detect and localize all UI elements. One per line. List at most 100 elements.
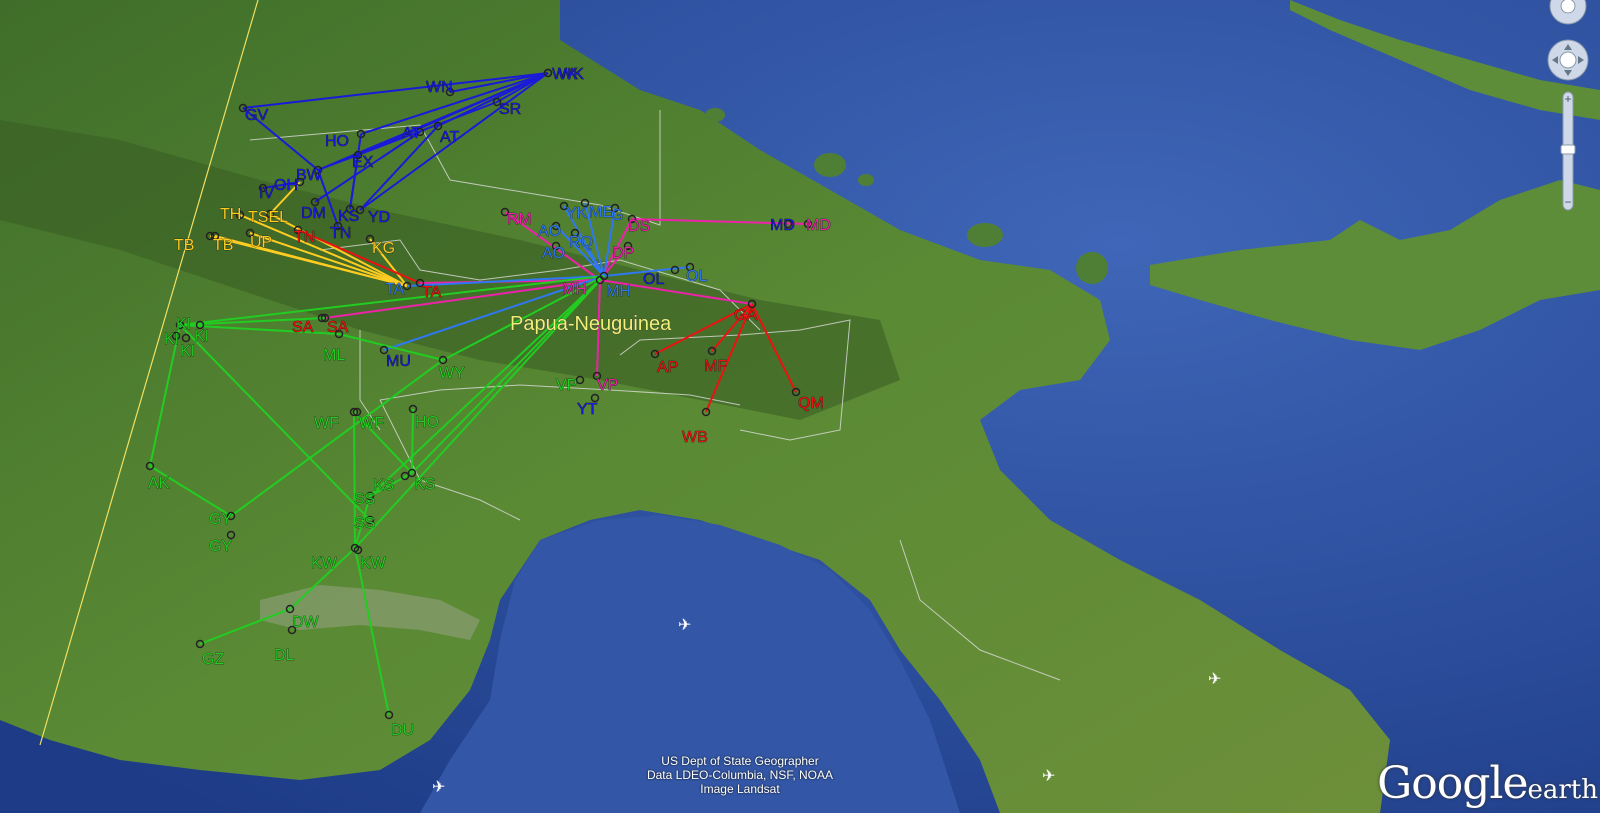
site-label: HO: [325, 133, 349, 150]
site-label: AT: [440, 129, 459, 146]
site-marker[interactable]: SS: [354, 515, 376, 533]
site-label: DP: [612, 245, 634, 262]
site-marker[interactable]: AO: [542, 241, 565, 263]
country-label: Papua-Neuguinea: [510, 313, 672, 335]
site-label: KS: [373, 477, 394, 494]
site-label: VP: [556, 377, 577, 394]
site-marker[interactable]: BW: [296, 165, 323, 185]
site-marker[interactable]: EX: [352, 150, 374, 172]
site-marker[interactable]: GY: [209, 511, 236, 528]
site-label: GY: [209, 538, 232, 555]
site-marker[interactable]: MD: [770, 217, 795, 235]
credit-line-2: Data LDEO-Columbia, NSF, NOAA: [646, 768, 834, 782]
site-label: GA: [734, 307, 757, 324]
site-label: VP: [597, 377, 618, 394]
site-label: WN: [426, 79, 453, 96]
site-label: TN: [330, 225, 351, 242]
site-label: AO: [538, 223, 561, 240]
site-label: WF: [314, 415, 339, 432]
navigation-controls: + −: [1544, 0, 1590, 230]
site-label: G: [611, 207, 623, 224]
logo-earth: earth: [1527, 775, 1598, 805]
site-label: GY: [209, 511, 232, 528]
site-label: DM: [301, 205, 326, 222]
site-marker[interactable]: DS: [628, 214, 651, 236]
eye-icon[interactable]: [1549, 0, 1587, 25]
site-marker[interactable]: TSEL: [248, 209, 289, 227]
site-marker[interactable]: RM: [500, 207, 532, 229]
zoom-out-button[interactable]: −: [1564, 195, 1571, 209]
site-label: MF: [704, 358, 727, 375]
site-label: DS: [628, 218, 650, 235]
site-label: SA: [327, 319, 349, 336]
site-label: HO: [415, 414, 439, 431]
site-label: RQ: [569, 234, 593, 251]
site-label: YT: [577, 401, 598, 418]
site-label: AO: [542, 245, 565, 262]
site-label: TB: [213, 237, 233, 254]
credit-line-3: Image Landsat: [700, 782, 780, 796]
site-label: MH: [606, 283, 631, 300]
zoom-handle[interactable]: [1560, 144, 1576, 155]
site-label: MH: [562, 281, 587, 298]
site-marker[interactable]: AO: [538, 221, 561, 241]
site-label: MU: [386, 353, 411, 370]
site-label: KS: [414, 476, 435, 493]
site-marker[interactable]: G: [611, 203, 624, 225]
site-marker[interactable]: SS: [354, 491, 376, 509]
site-label: GZ: [202, 651, 224, 668]
site-label: WB: [682, 429, 708, 446]
site-label: YD: [368, 209, 390, 226]
site-label: TH: [220, 206, 241, 223]
site-label: EX: [352, 154, 374, 171]
island-small-3: [1076, 252, 1108, 284]
site-marker[interactable]: TN: [330, 221, 352, 243]
site-label: TA: [422, 284, 442, 301]
site-label: TB: [174, 237, 194, 254]
link-line: [411, 408, 414, 474]
zoom-in-button[interactable]: +: [1564, 92, 1571, 106]
site-label: UP: [250, 234, 272, 251]
site-label: SR: [499, 101, 521, 118]
site-marker[interactable]: MD: [803, 217, 831, 234]
site-label: KI: [180, 343, 195, 360]
site-label: OH: [274, 177, 298, 194]
site-label: WY: [439, 365, 465, 382]
site-label: KW: [311, 555, 338, 572]
google-earth-logo: Googleearth: [1377, 758, 1598, 809]
site-label: DL: [274, 647, 295, 664]
site-label: BW: [296, 167, 323, 184]
credit-line-1: US Dept of State Geographer: [661, 754, 819, 768]
site-label: DU: [391, 722, 414, 739]
site-label: TSEL: [248, 209, 288, 226]
site-label: KI: [164, 331, 179, 348]
map-view[interactable]: WKWKWNSRGVHO AT ATEXBWOHIVDM KS YDTHTB TB UPTS…: [0, 0, 1600, 813]
site-marker[interactable]: TH: [220, 206, 245, 223]
site-label: SA: [292, 319, 314, 336]
site-marker[interactable]: TN: [294, 225, 316, 247]
site-marker[interactable]: IV: [259, 183, 275, 203]
island-small-4: [705, 108, 725, 122]
site-label: KW: [360, 555, 387, 572]
site-label: ME: [589, 204, 613, 221]
site-label: WK: [558, 66, 584, 83]
site-label: OL: [686, 268, 707, 285]
zoom-slider[interactable]: + −: [1560, 91, 1576, 211]
site-label: AK: [148, 475, 170, 492]
airport-icon: ✈: [678, 617, 691, 634]
site-marker[interactable]: KI: [164, 331, 181, 348]
site-marker[interactable]: WN: [426, 79, 455, 96]
move-arrows-icon[interactable]: [1547, 39, 1589, 81]
site-label: IV: [259, 185, 274, 202]
site-label: RM: [507, 211, 532, 228]
site-label: TA: [385, 281, 405, 298]
site-marker[interactable]: DP: [612, 241, 635, 263]
site-label: WF: [359, 415, 384, 432]
site-label: MD: [806, 217, 831, 234]
site-label: QM: [798, 395, 824, 412]
site-label: KG: [372, 240, 395, 257]
site-label: SS: [354, 491, 375, 508]
site-marker[interactable]: AT: [402, 125, 425, 142]
site-label: TN: [294, 229, 315, 246]
site-label: SS: [354, 515, 375, 532]
